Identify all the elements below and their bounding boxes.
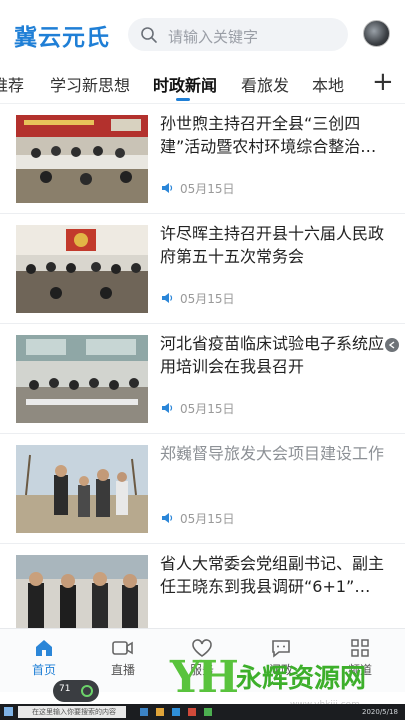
scroll-handle[interactable]: [385, 338, 399, 352]
news-title: 省人大常委会党组副书记、副主任王晓东到我县调研“6+1”…: [160, 554, 385, 596]
tab-local[interactable]: 本地: [312, 72, 344, 96]
active-tab-indicator: [176, 98, 190, 101]
channel-tabs: 推荐 学习新思想 时政新闻 看旅发 本地 +: [0, 66, 405, 104]
speaker-icon[interactable]: [160, 511, 174, 525]
home-icon: [36, 640, 52, 656]
watermark-logo: YH: [170, 652, 239, 703]
overlay-value: 71: [59, 684, 71, 694]
app-header: 冀云元氏 请输入关键字: [0, 0, 405, 66]
taskbar-date: 2020/5/18: [362, 708, 398, 716]
performance-overlay[interactable]: 71: [53, 680, 99, 702]
taskview-icon[interactable]: [140, 708, 148, 716]
news-title: 许尽晖主持召开县十六届人民政府第五十五次常务会: [160, 224, 385, 266]
news-item[interactable]: 许尽晖主持召开县十六届人民政府第五十五次常务会 05月15日: [0, 214, 405, 324]
search-icon: [141, 27, 157, 43]
news-thumbnail: [16, 335, 148, 423]
news-thumbnail: [16, 445, 148, 533]
tab-politics-news[interactable]: 时政新闻: [153, 72, 217, 96]
news-item[interactable]: 河北省疫苗临床试验电子系统应用培训会在我县召开 05月15日: [0, 324, 405, 434]
news-date: 05月15日: [180, 511, 235, 526]
news-meta: 05月15日: [160, 290, 235, 306]
start-icon[interactable]: [4, 707, 13, 716]
tab-tourism[interactable]: 看旅发: [241, 72, 289, 96]
status-ring-icon: [81, 685, 93, 697]
news-meta: 05月15日: [160, 180, 235, 196]
watermark-text: 永辉资源网: [236, 664, 367, 694]
taskbar: 在这里输入你要搜索的内容 2020/5/18: [0, 704, 405, 720]
news-title: 孙世煦主持召开全县“三创四建”活动暨农村环境综合整治…: [160, 114, 377, 156]
video-icon: [112, 641, 133, 655]
taskbar-search-input[interactable]: 在这里输入你要搜索的内容: [18, 706, 126, 718]
news-date: 05月15日: [180, 401, 235, 416]
search-input[interactable]: 请输入关键字: [128, 18, 348, 51]
tab-study[interactable]: 学习新思想: [50, 72, 130, 96]
news-item[interactable]: 郑巍督导旅发大会项目建设工作 05月15日: [0, 434, 405, 544]
chat-icon: [272, 640, 290, 658]
news-thumbnail: [16, 225, 148, 313]
speaker-icon[interactable]: [160, 291, 174, 305]
news-date: 05月15日: [180, 291, 235, 306]
news-date: 05月15日: [180, 181, 235, 196]
news-thumbnail: [16, 555, 148, 628]
app-icon[interactable]: [204, 708, 212, 716]
tab-recommend[interactable]: 推荐: [0, 72, 24, 96]
news-meta: 05月15日: [160, 510, 235, 526]
news-title: 河北省疫苗临床试验电子系统应用培训会在我县召开: [160, 334, 385, 376]
speaker-icon[interactable]: [160, 181, 174, 195]
add-channel-button[interactable]: +: [372, 68, 394, 96]
speaker-icon[interactable]: [160, 401, 174, 415]
avatar[interactable]: [363, 20, 390, 47]
app-brand: 冀云元氏: [14, 24, 110, 51]
news-meta: 05月15日: [160, 400, 235, 416]
grid-icon: [351, 639, 369, 657]
nav-live[interactable]: 直播: [93, 637, 153, 678]
nav-live-label: 直播: [110, 663, 135, 677]
news-item[interactable]: 孙世煦主持召开全县“三创四建”活动暨农村环境综合整治… 05月15日: [0, 104, 405, 214]
news-thumbnail: [16, 115, 148, 203]
news-title: 郑巍督导旅发大会项目建设工作: [160, 444, 385, 463]
chevron-left-icon: [389, 341, 395, 349]
search-placeholder: 请输入关键字: [168, 28, 259, 46]
browser-icon[interactable]: [172, 708, 180, 716]
nav-home[interactable]: 首页: [14, 637, 74, 678]
nav-home-label: 首页: [31, 663, 56, 677]
news-item[interactable]: 省人大常委会党组副书记、副主任王晓东到我县调研“6+1”…: [0, 544, 405, 628]
app-icon[interactable]: [188, 708, 196, 716]
folder-icon[interactable]: [156, 708, 164, 716]
